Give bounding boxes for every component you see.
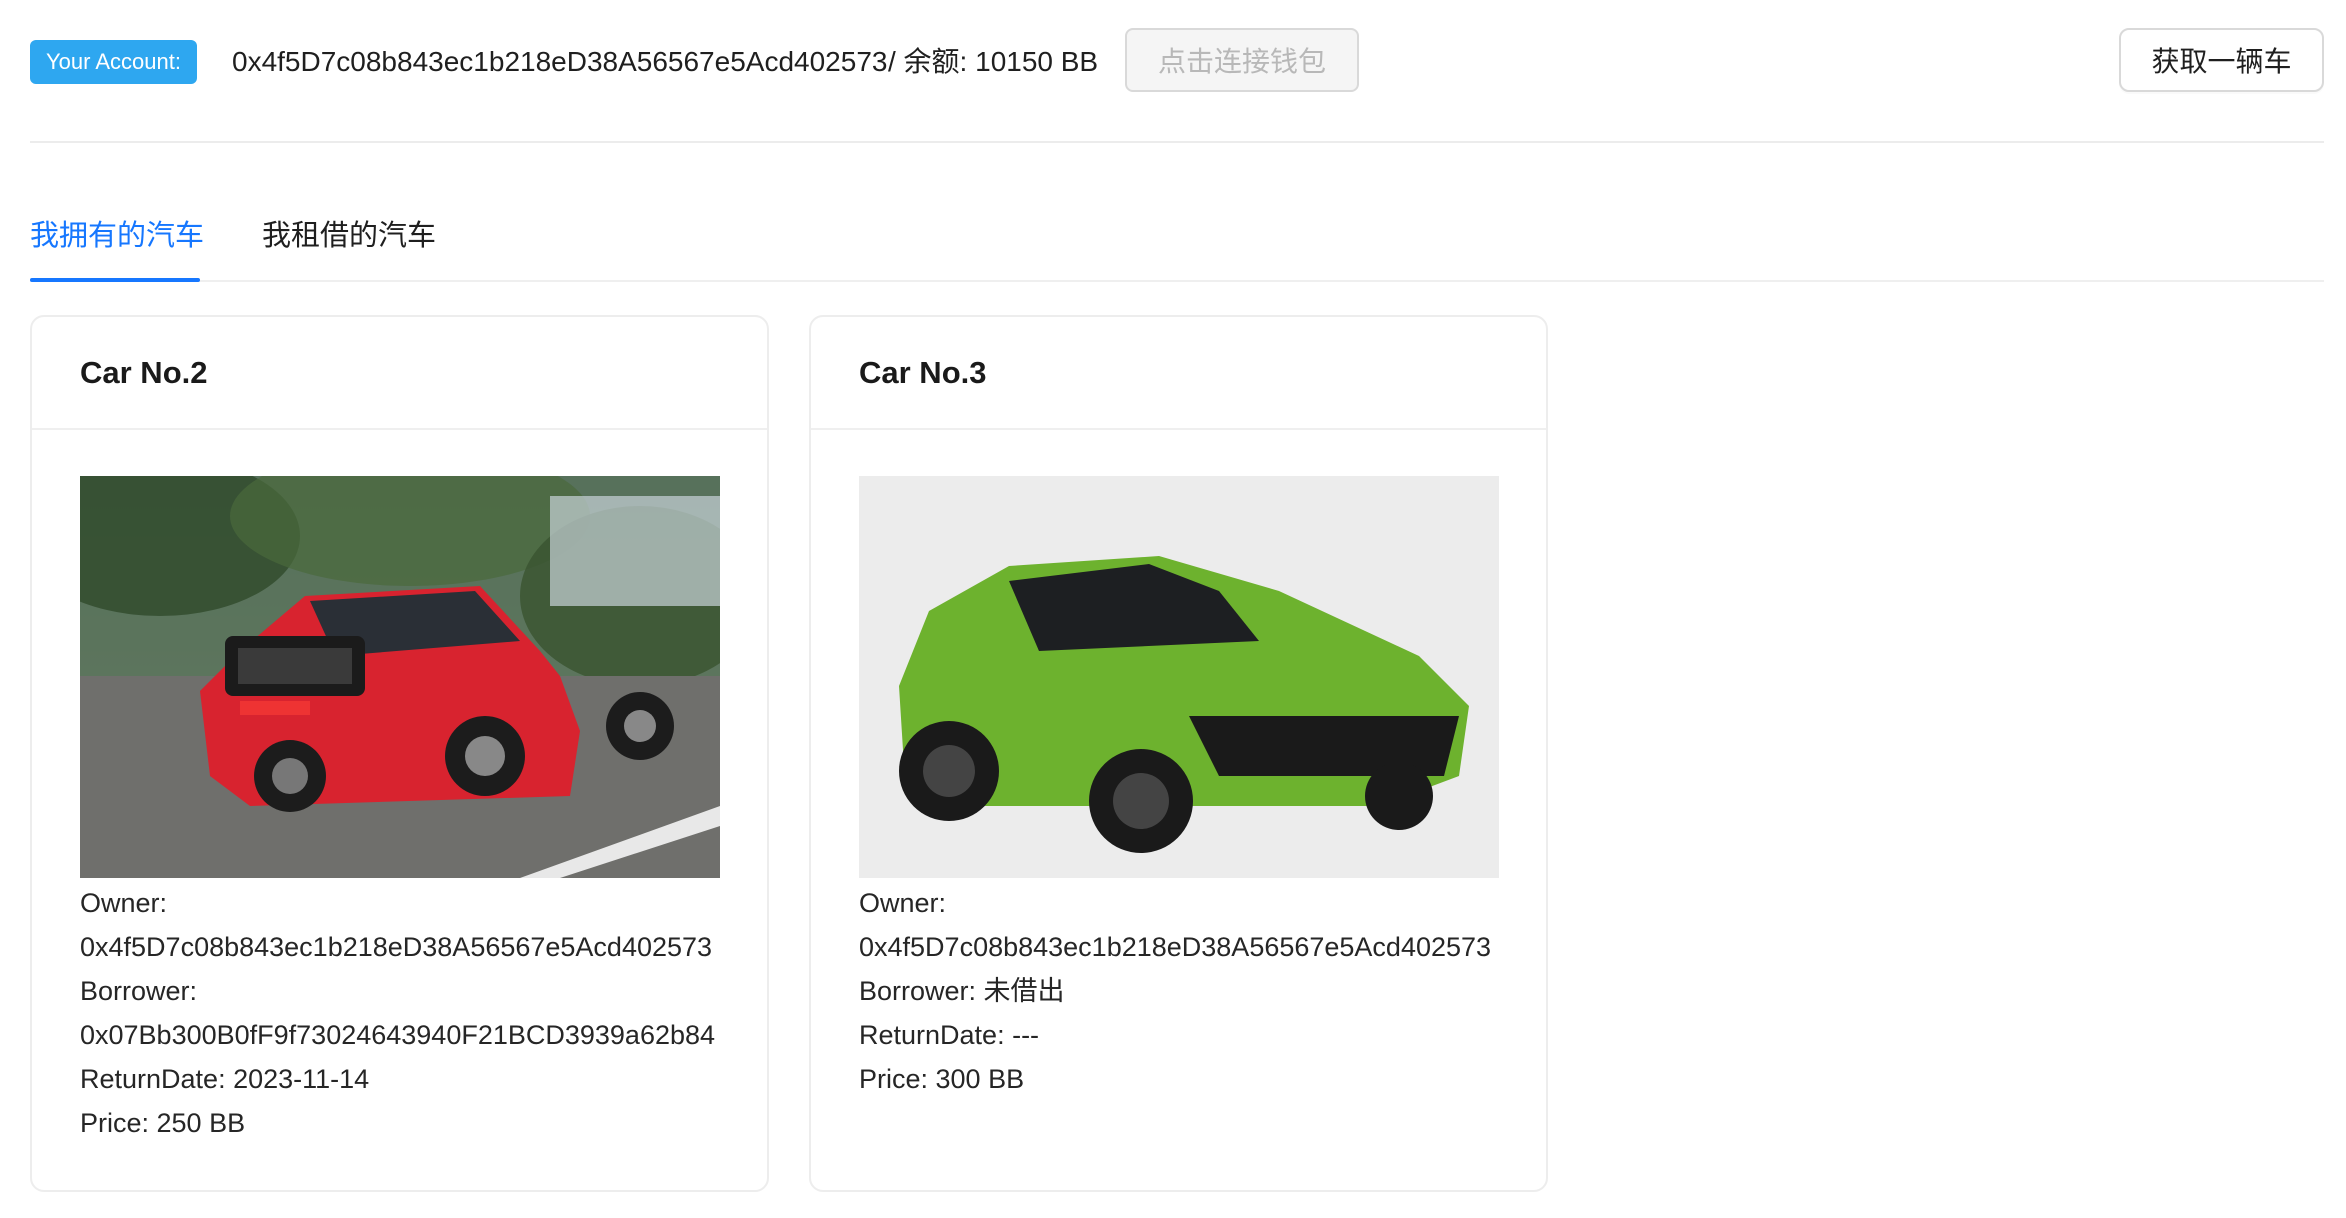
card-header: Car No.2 — [32, 317, 767, 430]
borrower-line: Borrower: 未借出 — [859, 976, 1065, 1006]
car-details: Owner: 0x4f5D7c08b843ec1b218eD38A56567e5… — [80, 881, 715, 1145]
tab-borrowed-cars[interactable]: 我租借的汽车 — [262, 214, 436, 258]
owner-label: Owner: — [859, 888, 947, 918]
top-bar: Your Account: 0x4f5D7c08b843ec1b218eD38A… — [0, 0, 2346, 142]
header-divider — [30, 141, 2324, 143]
owner-label: Owner: — [80, 888, 168, 918]
owner-address: 0x4f5D7c08b843ec1b218eD38A56567e5Acd4025… — [80, 932, 713, 962]
car-image — [80, 476, 720, 878]
return-date: ReturnDate: --- — [859, 1020, 1040, 1050]
get-car-button[interactable]: 获取一辆车 — [2119, 28, 2324, 92]
card-header: Car No.3 — [811, 317, 1546, 430]
card-title: Car No.3 — [859, 355, 987, 390]
card-title: Car No.2 — [80, 355, 208, 390]
account-address: 0x4f5D7c08b843ec1b218eD38A56567e5Acd4025… — [232, 46, 888, 77]
car-tabs: 我拥有的汽车 我租借的汽车 — [30, 210, 2324, 282]
balance-text: / 余额: 10150 BB — [888, 46, 1099, 77]
connect-wallet-button[interactable]: 点击连接钱包 — [1125, 28, 1359, 92]
price: Price: 300 BB — [859, 1064, 1025, 1094]
borrower-label: Borrower: — [80, 976, 198, 1006]
borrower-address: 0x07Bb300B0fF9f73024643940F21BCD3939a62b… — [80, 1020, 716, 1050]
return-date: ReturnDate: 2023-11-14 — [80, 1064, 370, 1094]
car-details: Owner: 0x4f5D7c08b843ec1b218eD38A56567e5… — [859, 881, 1491, 1101]
car-card: Car No.2 Owner: 0x4f5D7c08b843ec1b218eD3… — [30, 315, 769, 1192]
price: Price: 250 BB — [80, 1108, 246, 1138]
car-image — [859, 476, 1499, 878]
car-card: Car No.3 Owner: 0x4f5D7c08b843ec1b218eD3… — [809, 315, 1548, 1192]
owner-address: 0x4f5D7c08b843ec1b218eD38A56567e5Acd4025… — [859, 932, 1492, 962]
account-tag: Your Account: — [30, 40, 197, 84]
tab-owned-cars[interactable]: 我拥有的汽车 — [30, 214, 204, 258]
active-tab-indicator — [30, 278, 200, 282]
